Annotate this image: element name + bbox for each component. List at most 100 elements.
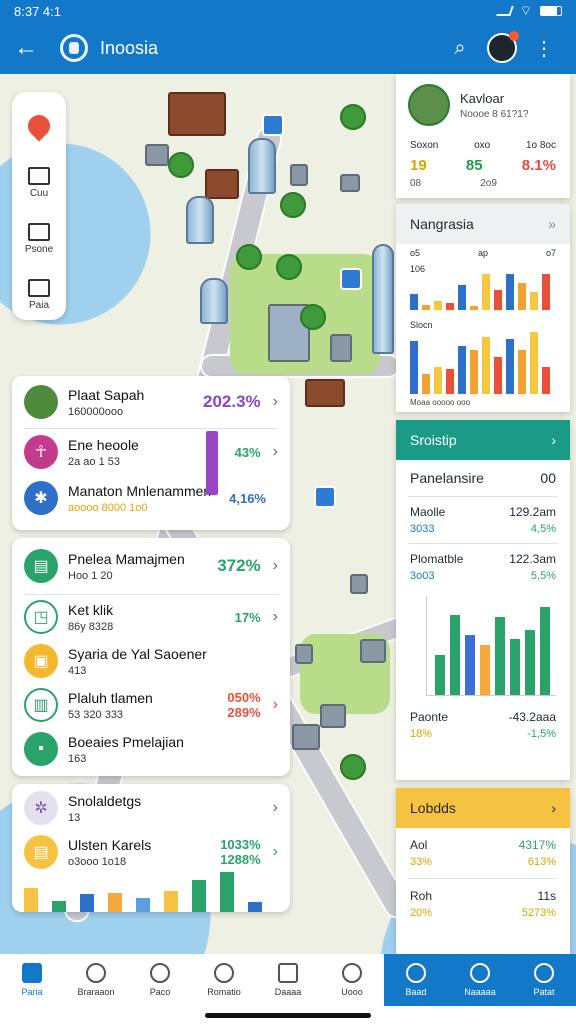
tool-flag[interactable]: Paia — [16, 270, 62, 320]
chart-bar — [542, 367, 550, 394]
map-tree — [280, 192, 306, 218]
location-pin-icon — [23, 109, 55, 142]
chart-bar — [470, 350, 478, 394]
chart-bar — [506, 339, 514, 394]
chart-bar — [410, 294, 418, 310]
list-item[interactable]: ◳ Ket klik 86y 8328 17% › — [12, 595, 290, 639]
chart-bar — [446, 369, 454, 394]
chart-card-header[interactable]: Nangrasia » — [396, 204, 570, 244]
chevron-right-icon: › — [272, 443, 278, 460]
chart-bar — [530, 332, 538, 394]
list-item[interactable]: ▥ Plaluh tlamen 53 320 333 050% 289% › — [12, 683, 290, 727]
chart-bar — [482, 274, 490, 310]
map-tower — [248, 138, 276, 194]
profile-card[interactable]: Kavloar Noooe 8 61?1? Soxon oxo 1o 8oc 1… — [396, 74, 570, 198]
chart-bar — [542, 274, 550, 310]
chart-bar — [510, 639, 520, 695]
person-icon: ☥ — [24, 435, 58, 469]
map-pin-icon[interactable] — [262, 114, 284, 136]
more-menu-icon[interactable]: ⋮ — [526, 30, 562, 66]
nav-home[interactable]: Paria — [0, 954, 64, 1006]
chart-bar — [164, 891, 178, 912]
home-indicator — [0, 1006, 576, 1024]
tool-location[interactable] — [16, 102, 62, 152]
face-icon — [342, 963, 362, 983]
map-building — [145, 144, 169, 166]
chart-bar — [248, 902, 262, 912]
layers-icon — [28, 167, 50, 185]
app-title: Inoosia — [100, 37, 159, 58]
map-tree — [300, 304, 326, 330]
tick-label: o7 — [545, 248, 556, 258]
profile-name: Kavloar — [460, 90, 505, 106]
progress-bar — [206, 431, 218, 495]
lobdds-row[interactable]: Aol 4317% 33% 613% — [396, 828, 570, 878]
stats-row[interactable]: Maolle 129.2am 3033 4,5% — [396, 497, 570, 543]
document-icon: ▤ — [24, 549, 58, 583]
stats-row[interactable]: Plomatble 122.3am 3o03 5,5% — [396, 544, 570, 590]
list-item[interactable]: ☥ Ene heoole 2a ao 1 53 43% › — [12, 429, 290, 475]
map-building — [292, 724, 320, 750]
search-icon[interactable]: ⌕ — [442, 30, 478, 66]
back-arrow-icon[interactable]: ← — [14, 34, 44, 62]
list-item[interactable]: ▣ Syaria de Yal Saoener 413 — [12, 639, 290, 683]
map-building — [168, 92, 226, 136]
lobdds-row[interactable]: Roh 11s 20% 5273% — [396, 879, 570, 929]
stats-card-header[interactable]: Sroistip › — [396, 420, 570, 460]
chevron-right-icon: › — [272, 557, 278, 574]
nav-stats[interactable]: Baad — [384, 954, 448, 1006]
chart-bar — [495, 617, 505, 695]
map-building — [340, 174, 360, 192]
gear-icon — [534, 963, 554, 983]
map-tower — [200, 278, 228, 324]
status-bar: 8:37 4:1 ⌔ — [0, 0, 576, 22]
mini-bar-chart — [24, 872, 278, 912]
row-label: Slocn — [410, 320, 433, 330]
chart-card-nangrasia: Nangrasia » o5 ap o7 106 Slocn Moaa oooo… — [396, 204, 570, 412]
chart-bar — [446, 303, 454, 310]
signal-icon — [495, 6, 514, 16]
nav-rewards[interactable]: Romatio — [192, 954, 256, 1006]
chart-bar — [24, 888, 38, 912]
chart-title: Nangrasia — [410, 216, 474, 232]
tool-layers[interactable]: Cuu — [16, 158, 62, 208]
chart-bar — [494, 290, 502, 310]
nav-profile[interactable]: Uooo — [320, 954, 384, 1006]
double-chevron-icon: » — [548, 216, 556, 232]
profile-avatar-button[interactable] — [484, 30, 520, 66]
stats-card-sroistip: Sroistip › Panelansire 00 Maolle 129.2am … — [396, 420, 570, 780]
list-item[interactable]: ▤ Pnelea Mamajmen Hoo 1 20 372% › — [12, 538, 290, 594]
chart-bar — [494, 357, 502, 394]
stat-sub: 2o9 — [480, 178, 497, 189]
search-icon — [86, 963, 106, 983]
receipt-icon: ▥ — [24, 688, 58, 722]
nav-clock[interactable]: Paco — [128, 954, 192, 1006]
list-item[interactable]: ▪ Boeaies Pmelajian 163 — [12, 727, 290, 771]
nav-documents[interactable]: Daaaa — [256, 954, 320, 1006]
map-tower — [186, 196, 214, 244]
map-pin-icon[interactable] — [314, 486, 336, 508]
nav-settings[interactable]: Patat — [512, 954, 576, 1006]
map-tree — [340, 104, 366, 130]
left-card-summary: Plaat Sapah 160000ooo 202.3% › ☥ Ene heoo… — [12, 376, 290, 530]
list-item[interactable]: ✱ Manaton Mnlenammen aoooo 8000 1o0 4,16% — [12, 431, 290, 521]
stat-label: oxo — [474, 140, 491, 151]
chart-bar — [480, 645, 490, 695]
app-bar: ← Inoosia ⌕ ⋮ — [0, 22, 576, 74]
nav-search[interactable]: Braraaon — [64, 954, 128, 1006]
list-item[interactable]: Plaat Sapah 160000ooo 202.3% › — [12, 376, 290, 428]
list-item[interactable]: ▤ Ulsten Karels o3ooo 1o18 1033% 1288% › — [12, 832, 290, 872]
nav-chat[interactable]: Naaaaa — [448, 954, 512, 1006]
map-tree — [340, 754, 366, 780]
pie-chart-icon — [406, 963, 426, 983]
list-item[interactable]: ✲ Snolaldetgs 13 › — [12, 784, 290, 832]
tool-list[interactable]: Psone — [16, 214, 62, 264]
list-icon — [28, 223, 50, 241]
chevron-right-icon: › — [272, 393, 278, 410]
map-building — [205, 169, 239, 199]
chart-bar — [422, 305, 430, 310]
lobdds-header[interactable]: Lobdds › — [396, 788, 570, 828]
app-logo — [60, 34, 88, 62]
map-tree — [236, 244, 262, 270]
map-pin-icon[interactable] — [340, 268, 362, 290]
